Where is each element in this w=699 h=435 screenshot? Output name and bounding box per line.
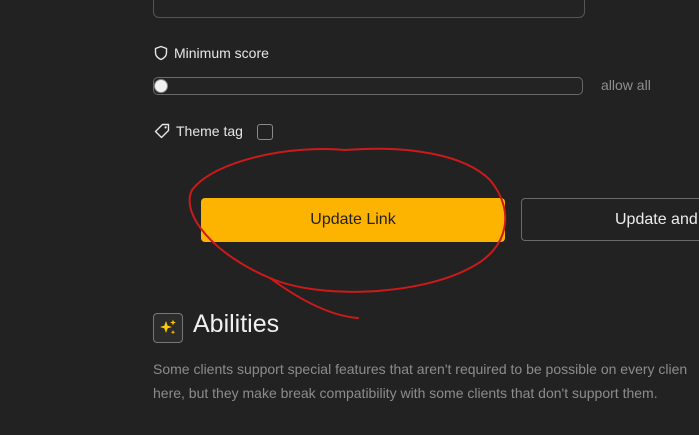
tag-icon xyxy=(153,122,171,140)
minimum-score-label: Minimum score xyxy=(153,45,269,61)
theme-tag-label: Theme tag xyxy=(153,122,243,140)
abilities-description-line-1: Some clients support special features th… xyxy=(153,361,688,377)
theme-tag-checkbox[interactable] xyxy=(257,124,273,140)
slider-thumb[interactable] xyxy=(154,79,168,93)
theme-tag-text: Theme tag xyxy=(176,123,243,139)
abilities-heading: Abilities xyxy=(193,310,280,338)
minimum-score-text: Minimum score xyxy=(174,45,269,61)
shield-icon xyxy=(153,45,169,61)
sparkles-icon xyxy=(153,313,183,343)
abilities-description-line-2: here, but they make break compatibility … xyxy=(153,385,658,401)
minimum-score-slider[interactable] xyxy=(153,77,583,95)
update-and-button[interactable]: Update and xyxy=(521,198,699,241)
abilities-description: Some clients support special features th… xyxy=(153,357,699,405)
minimum-score-value: allow all xyxy=(601,77,651,93)
text-input-field[interactable] xyxy=(153,0,585,18)
update-link-button[interactable]: Update Link xyxy=(201,198,505,242)
